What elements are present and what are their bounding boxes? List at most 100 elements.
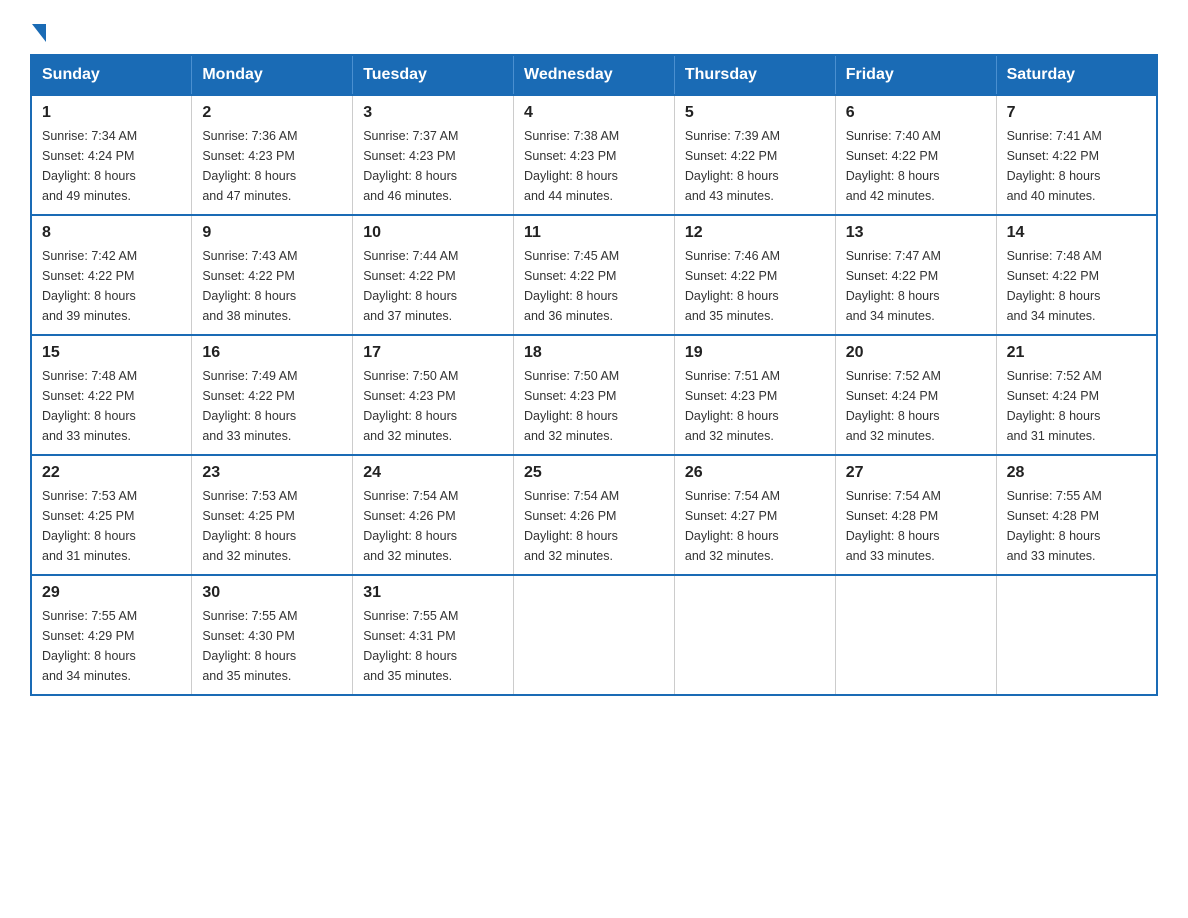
day-info: Sunrise: 7:53 AM Sunset: 4:25 PM Dayligh… xyxy=(202,486,342,566)
calendar-header-friday: Friday xyxy=(835,55,996,95)
calendar-cell: 10 Sunrise: 7:44 AM Sunset: 4:22 PM Dayl… xyxy=(353,215,514,335)
calendar-cell: 27 Sunrise: 7:54 AM Sunset: 4:28 PM Dayl… xyxy=(835,455,996,575)
calendar-cell: 22 Sunrise: 7:53 AM Sunset: 4:25 PM Dayl… xyxy=(31,455,192,575)
calendar-cell: 14 Sunrise: 7:48 AM Sunset: 4:22 PM Dayl… xyxy=(996,215,1157,335)
calendar-cell: 24 Sunrise: 7:54 AM Sunset: 4:26 PM Dayl… xyxy=(353,455,514,575)
day-number: 22 xyxy=(42,464,181,482)
calendar-header-saturday: Saturday xyxy=(996,55,1157,95)
day-info: Sunrise: 7:52 AM Sunset: 4:24 PM Dayligh… xyxy=(846,366,986,446)
calendar-cell: 20 Sunrise: 7:52 AM Sunset: 4:24 PM Dayl… xyxy=(835,335,996,455)
calendar-cell: 6 Sunrise: 7:40 AM Sunset: 4:22 PM Dayli… xyxy=(835,95,996,215)
day-number: 23 xyxy=(202,464,342,482)
calendar-cell: 25 Sunrise: 7:54 AM Sunset: 4:26 PM Dayl… xyxy=(514,455,675,575)
day-number: 14 xyxy=(1007,224,1146,242)
calendar-week-row: 1 Sunrise: 7:34 AM Sunset: 4:24 PM Dayli… xyxy=(31,95,1157,215)
day-number: 3 xyxy=(363,104,503,122)
calendar-cell: 13 Sunrise: 7:47 AM Sunset: 4:22 PM Dayl… xyxy=(835,215,996,335)
logo-arrow-icon xyxy=(32,24,46,42)
day-number: 27 xyxy=(846,464,986,482)
day-number: 24 xyxy=(363,464,503,482)
calendar-cell: 26 Sunrise: 7:54 AM Sunset: 4:27 PM Dayl… xyxy=(674,455,835,575)
logo xyxy=(30,20,46,36)
day-number: 25 xyxy=(524,464,664,482)
page-header xyxy=(30,20,1158,36)
day-number: 28 xyxy=(1007,464,1146,482)
calendar-cell: 12 Sunrise: 7:46 AM Sunset: 4:22 PM Dayl… xyxy=(674,215,835,335)
day-info: Sunrise: 7:49 AM Sunset: 4:22 PM Dayligh… xyxy=(202,366,342,446)
calendar-cell xyxy=(674,575,835,695)
day-info: Sunrise: 7:47 AM Sunset: 4:22 PM Dayligh… xyxy=(846,246,986,326)
day-info: Sunrise: 7:54 AM Sunset: 4:27 PM Dayligh… xyxy=(685,486,825,566)
calendar-header-thursday: Thursday xyxy=(674,55,835,95)
day-info: Sunrise: 7:50 AM Sunset: 4:23 PM Dayligh… xyxy=(363,366,503,446)
calendar-cell xyxy=(835,575,996,695)
calendar-cell: 29 Sunrise: 7:55 AM Sunset: 4:29 PM Dayl… xyxy=(31,575,192,695)
calendar-cell: 4 Sunrise: 7:38 AM Sunset: 4:23 PM Dayli… xyxy=(514,95,675,215)
calendar-week-row: 15 Sunrise: 7:48 AM Sunset: 4:22 PM Dayl… xyxy=(31,335,1157,455)
day-info: Sunrise: 7:52 AM Sunset: 4:24 PM Dayligh… xyxy=(1007,366,1146,446)
calendar-cell: 21 Sunrise: 7:52 AM Sunset: 4:24 PM Dayl… xyxy=(996,335,1157,455)
calendar-cell: 19 Sunrise: 7:51 AM Sunset: 4:23 PM Dayl… xyxy=(674,335,835,455)
calendar-cell: 18 Sunrise: 7:50 AM Sunset: 4:23 PM Dayl… xyxy=(514,335,675,455)
calendar-cell: 16 Sunrise: 7:49 AM Sunset: 4:22 PM Dayl… xyxy=(192,335,353,455)
calendar-cell: 23 Sunrise: 7:53 AM Sunset: 4:25 PM Dayl… xyxy=(192,455,353,575)
day-number: 5 xyxy=(685,104,825,122)
day-info: Sunrise: 7:44 AM Sunset: 4:22 PM Dayligh… xyxy=(363,246,503,326)
day-number: 11 xyxy=(524,224,664,242)
calendar-cell: 31 Sunrise: 7:55 AM Sunset: 4:31 PM Dayl… xyxy=(353,575,514,695)
day-number: 31 xyxy=(363,584,503,602)
day-number: 16 xyxy=(202,344,342,362)
day-number: 29 xyxy=(42,584,181,602)
day-info: Sunrise: 7:42 AM Sunset: 4:22 PM Dayligh… xyxy=(42,246,181,326)
calendar-header-sunday: Sunday xyxy=(31,55,192,95)
day-number: 20 xyxy=(846,344,986,362)
calendar-header-monday: Monday xyxy=(192,55,353,95)
day-info: Sunrise: 7:50 AM Sunset: 4:23 PM Dayligh… xyxy=(524,366,664,446)
calendar-cell: 28 Sunrise: 7:55 AM Sunset: 4:28 PM Dayl… xyxy=(996,455,1157,575)
calendar-header-tuesday: Tuesday xyxy=(353,55,514,95)
day-number: 18 xyxy=(524,344,664,362)
day-number: 8 xyxy=(42,224,181,242)
day-info: Sunrise: 7:51 AM Sunset: 4:23 PM Dayligh… xyxy=(685,366,825,446)
day-info: Sunrise: 7:55 AM Sunset: 4:28 PM Dayligh… xyxy=(1007,486,1146,566)
day-number: 10 xyxy=(363,224,503,242)
day-info: Sunrise: 7:38 AM Sunset: 4:23 PM Dayligh… xyxy=(524,126,664,206)
day-number: 13 xyxy=(846,224,986,242)
day-number: 26 xyxy=(685,464,825,482)
calendar-table: SundayMondayTuesdayWednesdayThursdayFrid… xyxy=(30,54,1158,696)
day-number: 17 xyxy=(363,344,503,362)
day-info: Sunrise: 7:54 AM Sunset: 4:28 PM Dayligh… xyxy=(846,486,986,566)
calendar-week-row: 22 Sunrise: 7:53 AM Sunset: 4:25 PM Dayl… xyxy=(31,455,1157,575)
day-info: Sunrise: 7:48 AM Sunset: 4:22 PM Dayligh… xyxy=(1007,246,1146,326)
calendar-cell: 3 Sunrise: 7:37 AM Sunset: 4:23 PM Dayli… xyxy=(353,95,514,215)
calendar-cell: 9 Sunrise: 7:43 AM Sunset: 4:22 PM Dayli… xyxy=(192,215,353,335)
day-info: Sunrise: 7:54 AM Sunset: 4:26 PM Dayligh… xyxy=(363,486,503,566)
calendar-cell: 30 Sunrise: 7:55 AM Sunset: 4:30 PM Dayl… xyxy=(192,575,353,695)
day-info: Sunrise: 7:45 AM Sunset: 4:22 PM Dayligh… xyxy=(524,246,664,326)
day-info: Sunrise: 7:43 AM Sunset: 4:22 PM Dayligh… xyxy=(202,246,342,326)
day-info: Sunrise: 7:53 AM Sunset: 4:25 PM Dayligh… xyxy=(42,486,181,566)
calendar-cell: 8 Sunrise: 7:42 AM Sunset: 4:22 PM Dayli… xyxy=(31,215,192,335)
day-info: Sunrise: 7:54 AM Sunset: 4:26 PM Dayligh… xyxy=(524,486,664,566)
calendar-cell: 15 Sunrise: 7:48 AM Sunset: 4:22 PM Dayl… xyxy=(31,335,192,455)
day-info: Sunrise: 7:46 AM Sunset: 4:22 PM Dayligh… xyxy=(685,246,825,326)
day-number: 7 xyxy=(1007,104,1146,122)
calendar-week-row: 8 Sunrise: 7:42 AM Sunset: 4:22 PM Dayli… xyxy=(31,215,1157,335)
day-number: 2 xyxy=(202,104,342,122)
day-info: Sunrise: 7:48 AM Sunset: 4:22 PM Dayligh… xyxy=(42,366,181,446)
day-info: Sunrise: 7:34 AM Sunset: 4:24 PM Dayligh… xyxy=(42,126,181,206)
day-info: Sunrise: 7:39 AM Sunset: 4:22 PM Dayligh… xyxy=(685,126,825,206)
day-number: 6 xyxy=(846,104,986,122)
day-number: 4 xyxy=(524,104,664,122)
day-number: 30 xyxy=(202,584,342,602)
day-info: Sunrise: 7:37 AM Sunset: 4:23 PM Dayligh… xyxy=(363,126,503,206)
day-info: Sunrise: 7:40 AM Sunset: 4:22 PM Dayligh… xyxy=(846,126,986,206)
day-number: 12 xyxy=(685,224,825,242)
calendar-cell: 7 Sunrise: 7:41 AM Sunset: 4:22 PM Dayli… xyxy=(996,95,1157,215)
day-number: 21 xyxy=(1007,344,1146,362)
calendar-cell xyxy=(996,575,1157,695)
calendar-cell: 2 Sunrise: 7:36 AM Sunset: 4:23 PM Dayli… xyxy=(192,95,353,215)
calendar-cell: 5 Sunrise: 7:39 AM Sunset: 4:22 PM Dayli… xyxy=(674,95,835,215)
calendar-cell: 1 Sunrise: 7:34 AM Sunset: 4:24 PM Dayli… xyxy=(31,95,192,215)
calendar-header-wednesday: Wednesday xyxy=(514,55,675,95)
